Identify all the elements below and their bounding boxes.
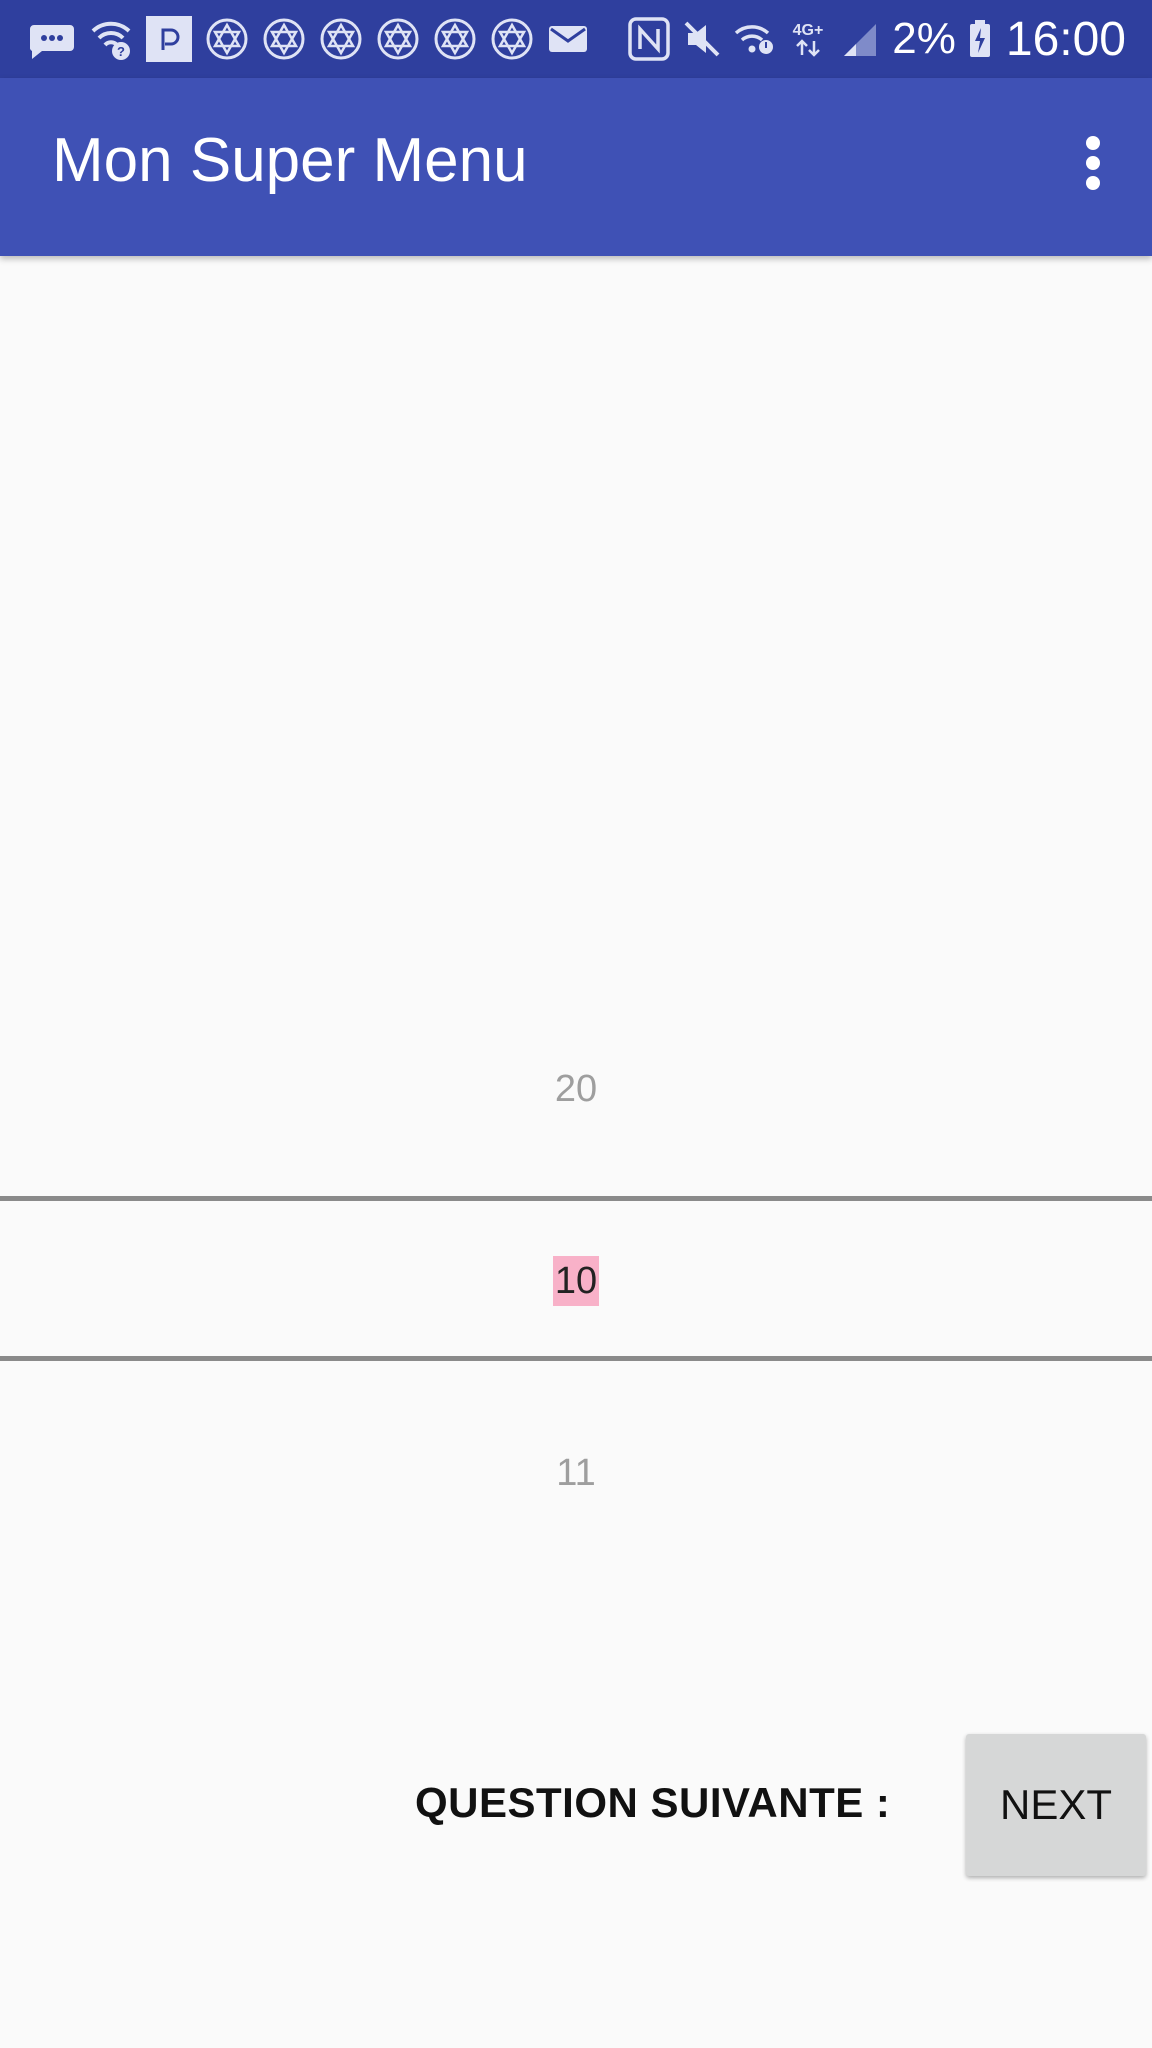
status-bar: ? 4G+ 2% 16:00	[0, 0, 1152, 78]
wifi-alert-icon	[735, 25, 774, 54]
overflow-menu-button[interactable]	[1058, 118, 1128, 208]
app-bar: Mon Super Menu	[0, 78, 1152, 256]
app-p-icon	[146, 16, 192, 62]
next-button[interactable]: NEXT	[966, 1734, 1146, 1876]
picker-next-value[interactable]: 11	[0, 1454, 1152, 1492]
mail-icon	[549, 26, 587, 52]
more-vert-icon	[1086, 136, 1100, 190]
battery-percent: 2%	[892, 14, 956, 63]
wifi-question-icon: ?	[91, 21, 131, 60]
picker-selected-text: 10	[552, 1256, 600, 1306]
clock: 16:00	[1005, 12, 1126, 66]
network-type: 4G+	[793, 22, 824, 57]
battery-charging-icon	[969, 20, 990, 57]
star-of-david-icon	[320, 18, 362, 60]
star-of-david-icon	[263, 18, 305, 60]
message-icon	[29, 25, 74, 59]
svg-text:4G+: 4G+	[793, 22, 824, 39]
star-of-david-icon	[434, 18, 476, 60]
nfc-icon	[628, 17, 671, 61]
mute-icon	[684, 21, 720, 57]
picker-top-divider	[0, 1196, 1152, 1201]
app-title: Mon Super Menu	[52, 126, 528, 195]
star-of-david-icon	[206, 18, 248, 60]
signal-icon	[844, 24, 877, 56]
star-of-david-icon	[491, 18, 533, 60]
star-of-david-icon	[377, 18, 419, 60]
next-question-label: QUESTION SUIVANTE :	[415, 1779, 891, 1826]
system-status: 4G+ 2% 16:00	[616, 0, 1126, 78]
picker-bottom-divider	[0, 1356, 1152, 1361]
picker-previous-value[interactable]: 20	[0, 1070, 1152, 1108]
picker-selected-value[interactable]: 10	[0, 1256, 1152, 1306]
notification-icons: ?	[28, 14, 602, 64]
svg-text:?: ?	[117, 44, 125, 59]
